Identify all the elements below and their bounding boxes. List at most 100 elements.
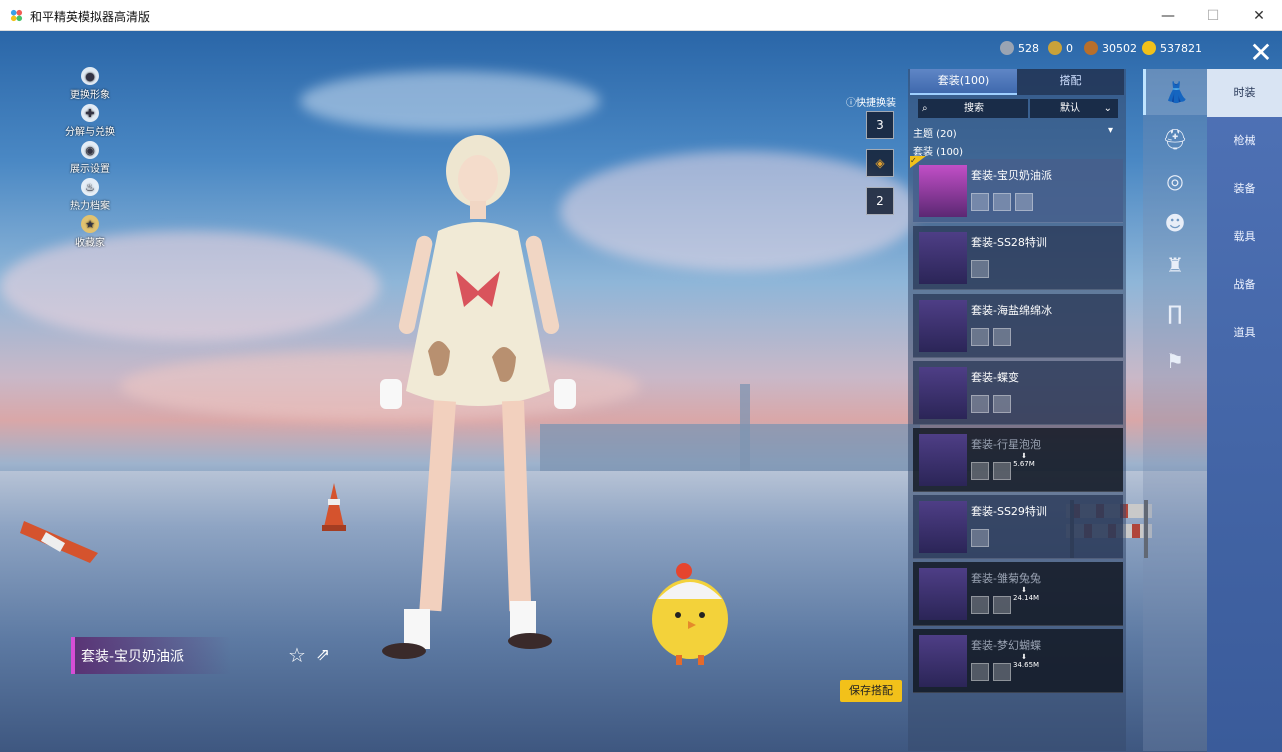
collector-button[interactable]: ★ 收藏家 — [60, 215, 120, 252]
display-settings-button[interactable]: ◉ 展示设置 — [60, 141, 120, 178]
chevron-down-icon: ⌄ — [1103, 103, 1112, 114]
currency-badge: 0 — [1048, 41, 1073, 55]
menu-label: 热力档案 — [70, 201, 110, 212]
tab-combos[interactable]: 搭配 — [1017, 69, 1124, 95]
menu-label: 分解与兑换 — [65, 127, 115, 138]
top-icon[interactable]: ♜ — [1161, 251, 1189, 279]
download-icon[interactable]: ⬇ 34.65M — [1013, 653, 1039, 669]
currency-value: 537821 — [1160, 41, 1202, 55]
list-item[interactable]: 套装-SS28特训 — [913, 226, 1123, 290]
collector-badge-icon: ★ — [81, 215, 99, 233]
part-icon — [971, 193, 989, 211]
part-icon — [971, 529, 989, 547]
pants-icon[interactable]: ∏ — [1161, 299, 1189, 327]
part-icon — [993, 462, 1011, 480]
part-icon — [993, 328, 1011, 346]
help-icon[interactable]: ⓘ — [846, 98, 856, 109]
quick-slot-2[interactable]: 2 — [866, 187, 894, 215]
list-item[interactable]: 套装-SS29特训 — [913, 495, 1123, 559]
currency-gold: 537821 — [1142, 41, 1202, 55]
window-title: 和平精英模拟器高清版 — [30, 10, 151, 24]
category-suits: 套装 (100) — [913, 147, 964, 158]
outfit-name: 套装-宝贝奶油派 — [81, 649, 185, 665]
part-icon — [993, 596, 1011, 614]
current-outfit-label: 套装-宝贝奶油派 — [71, 637, 231, 674]
menu-label: 展示设置 — [70, 164, 110, 175]
download-icon[interactable]: ⬇ 5.67M — [1013, 452, 1035, 468]
favorite-star-icon[interactable]: ☆ — [286, 644, 308, 666]
puzzle-icon: ✚ — [81, 104, 99, 122]
tab-vehicles[interactable]: 载具 — [1207, 213, 1282, 261]
list-item[interactable]: 套装-海盐绵绵冰 — [913, 294, 1123, 358]
sort-select[interactable]: 默认 ⌄ — [1030, 99, 1118, 118]
quick-change-title: ⓘ快捷换装 — [846, 98, 896, 109]
eye-icon: ◉ — [81, 141, 99, 159]
panel-tabs: 套装(100) 搭配 — [910, 69, 1124, 95]
share-icon[interactable]: ⇗ — [312, 644, 334, 666]
cloud — [0, 231, 380, 341]
maximize-button[interactable]: ☐ — [1190, 0, 1236, 31]
list-item[interactable]: 套装-蝶变 — [913, 361, 1123, 425]
tab-fashion[interactable]: 时装 — [1207, 69, 1282, 117]
glasses-icon[interactable]: ◎ — [1161, 167, 1189, 195]
character-model[interactable] — [378, 131, 578, 661]
main-tabs: 时装 枪械 装备 载具 战备 道具 — [1207, 69, 1282, 752]
part-icon — [971, 260, 989, 278]
part-icon — [971, 596, 989, 614]
tab-suits[interactable]: 套装(100) — [910, 69, 1017, 95]
search-icon: ⌕ — [922, 103, 928, 114]
part-icon — [1015, 193, 1033, 211]
helmet-icon[interactable]: ⛑ — [1161, 125, 1189, 153]
mask-icon[interactable]: ☻ — [1161, 209, 1189, 237]
flame-icon: ♨ — [81, 178, 99, 196]
cloud — [300, 71, 600, 131]
outfit-icon[interactable]: 👗 — [1143, 69, 1207, 115]
badge-icon: ◈ — [875, 156, 885, 170]
outfit-list-panel: 套装(100) 搭配 ⌕ 搜索 默认 ⌄ 主题 (20) ▾ 套装 (100) … — [908, 69, 1126, 751]
currency-silver: 528 — [1000, 41, 1039, 55]
game-viewport: 528 0 30502 537821 ● 更换形象 ✚ 分解与兑换 ◉ 展示设置… — [0, 31, 1282, 752]
outfit-thumbnail — [919, 434, 967, 486]
shoes-icon[interactable]: ⚑ — [1161, 347, 1189, 375]
chick-pet[interactable] — [648, 561, 732, 665]
close-icon[interactable]: ✕ — [1244, 35, 1278, 69]
download-icon[interactable]: ⬇ 24.14M — [1013, 586, 1039, 602]
part-icon — [993, 193, 1011, 211]
bronze-coin-icon — [1084, 41, 1098, 55]
list-item[interactable]: 套装-梦幻蝴蝶 ⬇ 34.65M — [913, 629, 1123, 693]
category-column: 👗 ⛑ ◎ ☻ ♜ ∏ ⚑ — [1143, 69, 1207, 751]
part-icon — [971, 462, 989, 480]
list-item[interactable]: 套装-行星泡泡 ⬇ 5.67M — [913, 428, 1123, 492]
quick-slot-badge[interactable]: ◈ — [866, 149, 894, 177]
part-icon — [993, 663, 1011, 681]
tab-equipment[interactable]: 装备 — [1207, 165, 1282, 213]
minimize-button[interactable]: — — [1145, 0, 1191, 31]
outfit-thumbnail — [919, 367, 967, 419]
tab-supplies[interactable]: 战备 — [1207, 261, 1282, 309]
outfit-thumbnail — [919, 300, 967, 352]
avatar-icon: ● — [81, 67, 99, 85]
list-item[interactable]: 套装-雏菊兔兔 ⬇ 24.14M — [913, 562, 1123, 626]
tab-items[interactable]: 道具 — [1207, 309, 1282, 357]
outfit-thumbnail — [919, 165, 967, 217]
change-avatar-button[interactable]: ● 更换形象 — [60, 67, 120, 104]
silver-coin-icon — [1000, 41, 1014, 55]
menu-label: 更换形象 — [70, 90, 110, 101]
close-window-button[interactable]: ✕ — [1236, 0, 1282, 31]
currency-value: 30502 — [1102, 41, 1137, 55]
traffic-cone-icon — [322, 483, 346, 531]
quick-slot-3[interactable]: 3 — [866, 111, 894, 139]
part-icon — [971, 395, 989, 413]
gold-badge-icon — [1048, 41, 1062, 55]
outfit-thumbnail — [919, 635, 967, 687]
list-item[interactable]: ✓ 套装-宝贝奶油派 — [910, 156, 1123, 223]
search-input[interactable]: ⌕ 搜索 — [918, 99, 1028, 118]
category-theme[interactable]: 主题 (20) ▾ — [913, 125, 1119, 140]
tab-guns[interactable]: 枪械 — [1207, 117, 1282, 165]
part-icon — [971, 328, 989, 346]
heat-profile-button[interactable]: ♨ 热力档案 — [60, 178, 120, 215]
save-outfit-button[interactable]: 保存搭配 — [840, 680, 902, 702]
part-icon — [971, 663, 989, 681]
gold-coin-icon — [1142, 41, 1156, 55]
decompose-exchange-button[interactable]: ✚ 分解与兑换 — [60, 104, 120, 141]
